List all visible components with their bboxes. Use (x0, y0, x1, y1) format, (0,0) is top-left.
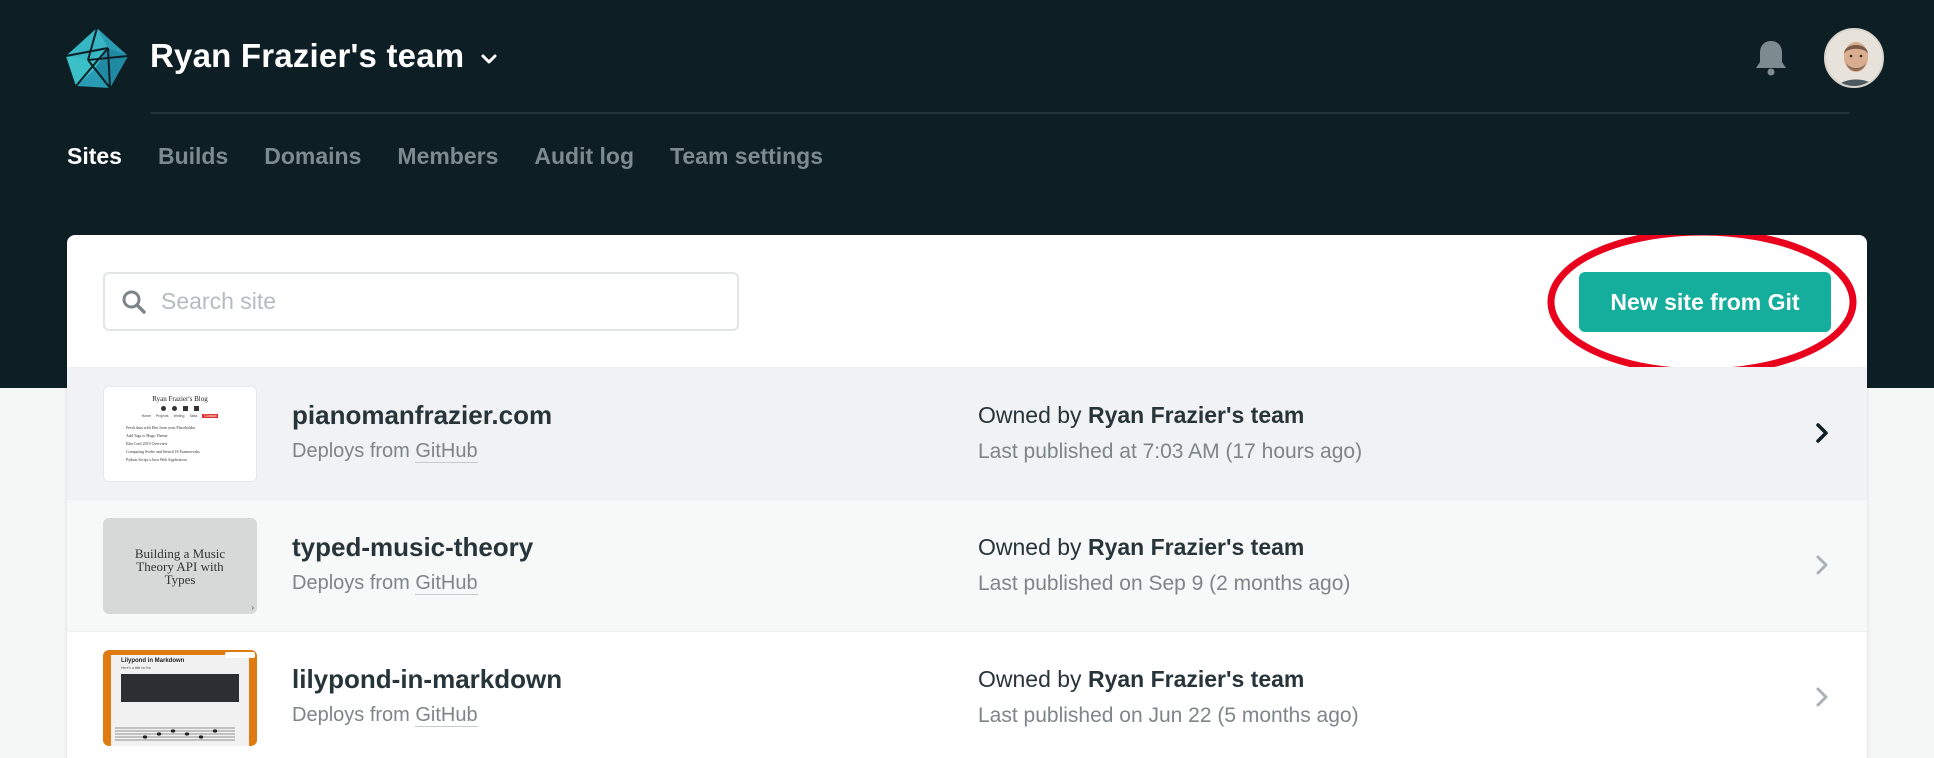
thumb-arrow-icon: › (251, 603, 254, 612)
search-icon (122, 290, 146, 314)
site-owner: Owned by Ryan Frazier's team (978, 666, 1304, 693)
site-row[interactable]: Ryan Frazier's Blog Home Projects Writin… (67, 367, 1867, 499)
owner-prefix: Owned by (978, 534, 1088, 560)
site-thumbnail: Ryan Frazier's Blog Home Projects Writin… (103, 386, 257, 482)
thumb-title: Ryan Frazier's Blog (152, 395, 208, 403)
thumb-code-block (121, 674, 239, 702)
tab-members[interactable]: Members (397, 143, 498, 170)
chevron-down-icon (481, 54, 497, 64)
github-icon (161, 406, 166, 411)
tab-sites[interactable]: Sites (67, 143, 122, 170)
owner-prefix: Owned by (978, 402, 1088, 428)
search-field[interactable] (103, 272, 739, 331)
tab-team-settings[interactable]: Team settings (670, 143, 823, 170)
site-thumbnail: Lilypond in Markdown Here's a title for … (103, 650, 257, 746)
netlify-logo-icon[interactable] (64, 26, 130, 90)
sites-panel: New site from Git Ryan Frazier's Blog Ho… (67, 235, 1867, 758)
deploy-source-link[interactable]: GitHub (415, 572, 478, 595)
rss-icon (194, 406, 199, 411)
team-nav: Sites Builds Domains Members Audit log T… (67, 143, 823, 170)
thumb-title: Lilypond in Markdown (121, 658, 185, 664)
site-row[interactable]: Building a Music Theory API with Types ›… (67, 499, 1867, 631)
avatar-image (1826, 30, 1882, 86)
site-owner: Owned by Ryan Frazier's team (978, 534, 1304, 561)
deploy-source-link[interactable]: GitHub (415, 440, 478, 463)
twitter-icon (172, 406, 177, 411)
deploy-source: Deploys from GitHub (292, 704, 478, 727)
site-name[interactable]: pianomanfrazier.com (292, 400, 552, 431)
thumb-subtitle: Here's a title for the (121, 666, 152, 670)
owner-name: Ryan Frazier's team (1087, 534, 1305, 560)
search-input[interactable] (161, 288, 721, 315)
thumb-post: Comparing Svelte and Stencil JS Framewor… (126, 449, 200, 454)
team-name-label: Ryan Frazier's team (150, 37, 465, 74)
team-switcher[interactable]: Ryan Frazier's team (150, 37, 500, 75)
site-owner: Owned by Ryan Frazier's team (978, 402, 1304, 429)
deploy-source-prefix: Deploys from (292, 704, 416, 726)
new-site-from-git-button[interactable]: New site from Git (1579, 272, 1831, 332)
thumb-nav-item: Contact (202, 414, 219, 418)
chevron-right-icon (1816, 423, 1828, 443)
thumb-post: Fresh data with Elm from your Placeholde… (126, 425, 196, 430)
owner-name: Ryan Frazier's team (1087, 402, 1305, 428)
last-published: Last published on Sep 9 (2 months ago) (978, 572, 1351, 595)
linkedin-icon (183, 406, 188, 411)
site-row[interactable]: Lilypond in Markdown Here's a title for … (67, 631, 1867, 758)
tab-domains[interactable]: Domains (264, 143, 361, 170)
thumb-post: Add Tags to Hugo Theme (126, 433, 168, 438)
site-name[interactable]: typed-music-theory (292, 532, 533, 563)
header-divider (150, 112, 1850, 114)
last-published: Last published at 7:03 AM (17 hours ago) (978, 440, 1363, 463)
thumb-text: Building a Music Theory API with Types (134, 545, 226, 587)
thumb-post: Python Script a Java Web Application (126, 457, 187, 462)
thumb-post: Elm Conf 2019 Overview (126, 441, 168, 446)
site-name[interactable]: lilypond-in-markdown (292, 664, 562, 695)
thumb-nav-item: Home (141, 414, 151, 418)
tab-audit-log[interactable]: Audit log (534, 143, 634, 170)
notifications-bell-icon[interactable] (1754, 38, 1788, 76)
tab-builds[interactable]: Builds (158, 143, 228, 170)
thumb-nav-item: Projects (155, 414, 169, 418)
site-thumbnail: Building a Music Theory API with Types › (103, 518, 257, 614)
owner-prefix: Owned by (978, 666, 1088, 692)
site-list: Ryan Frazier's Blog Home Projects Writin… (67, 367, 1867, 758)
user-avatar[interactable] (1824, 28, 1884, 88)
deploy-source: Deploys from GitHub (292, 572, 478, 595)
deploy-source-prefix: Deploys from (292, 440, 416, 462)
thumb-nav-item: Talks (189, 414, 198, 418)
chevron-right-icon (1816, 687, 1828, 707)
thumb-badge (225, 652, 255, 658)
last-published: Last published on Jun 22 (5 months ago) (978, 704, 1359, 727)
deploy-source-link[interactable]: GitHub (415, 704, 478, 727)
owner-name: Ryan Frazier's team (1087, 666, 1305, 692)
deploy-source-prefix: Deploys from (292, 572, 416, 594)
chevron-right-icon (1816, 555, 1828, 575)
deploy-source: Deploys from GitHub (292, 440, 478, 463)
music-staff-icon (115, 727, 235, 741)
thumb-nav-item: Writing (173, 414, 185, 418)
